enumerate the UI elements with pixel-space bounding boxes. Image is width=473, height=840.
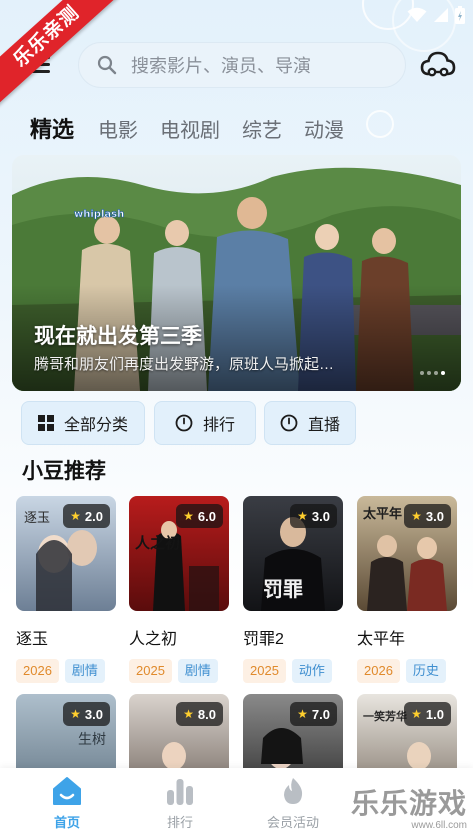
pagination-dot	[434, 371, 438, 375]
rating-badge: ★ 1.0	[404, 702, 451, 726]
media-card[interactable]: 罚罪 ★ 3.0 罚罪2 2025 动作	[243, 496, 343, 683]
star-icon: ★	[411, 707, 422, 721]
tab-tv-series[interactable]: 电视剧	[160, 114, 220, 143]
search-input[interactable]: 搜索影片、演员、导演	[78, 42, 406, 88]
card-title: 人之初	[129, 631, 178, 648]
rating-badge: ★ 7.0	[290, 702, 337, 726]
corner-ribbon: 乐乐亲测	[0, 0, 120, 110]
star-icon: ★	[297, 707, 308, 721]
nav-home[interactable]: 首页	[22, 776, 112, 831]
rating-badge: ★ 3.0	[404, 504, 451, 528]
banner-pagination	[420, 371, 445, 375]
tab-anime[interactable]: 动漫	[304, 114, 344, 143]
battery-icon	[455, 6, 465, 24]
poster-image: 人之初 ★ 6.0	[129, 496, 229, 611]
banner-subtitle: 腾哥和朋友们再度出发野游，原班人马掀起…	[34, 356, 335, 373]
grid-icon	[37, 415, 54, 431]
category-tabs: 精选 电影 电视剧 综艺 动漫	[30, 112, 366, 144]
cloud-download-icon[interactable]	[420, 50, 456, 82]
search-placeholder: 搜索影片、演员、导演	[131, 56, 311, 76]
genre-chip: 剧情	[177, 659, 218, 683]
pagination-dot	[420, 371, 424, 375]
watermark: 乐乐游戏 www.6ll.com	[351, 782, 467, 831]
all-categories-button[interactable]: 全部分类	[21, 401, 145, 445]
svg-text:生树: 生树	[78, 732, 106, 748]
year-chip: 2026	[16, 659, 59, 683]
star-icon: ★	[183, 509, 194, 523]
star-icon: ★	[411, 509, 422, 523]
genre-chip: 剧情	[64, 659, 105, 683]
svg-text:罚罪: 罚罪	[263, 577, 303, 601]
star-icon: ★	[70, 509, 81, 523]
live-button[interactable]: 直播	[264, 401, 356, 445]
poster-image: 逐玉 ★ 2.0	[16, 496, 116, 611]
star-icon: ★	[183, 707, 194, 721]
media-card[interactable]: 人之初 ★ 6.0 人之初 2025 剧情	[129, 496, 229, 683]
section-title: 小豆推荐	[22, 460, 106, 483]
nav-ranking[interactable]: 排行	[135, 776, 225, 831]
flame-icon	[284, 778, 303, 804]
star-icon: ★	[70, 707, 81, 721]
home-icon	[53, 777, 81, 805]
clock-icon	[175, 414, 193, 432]
nav-member-activity[interactable]: 会员活动	[248, 776, 338, 831]
tab-movies[interactable]: 电影	[98, 114, 138, 143]
svg-text:太平年: 太平年	[362, 506, 402, 522]
card-title: 罚罪2	[243, 631, 284, 648]
year-chip: 2025	[243, 659, 286, 683]
ribbon-text: 乐乐亲测	[0, 0, 120, 107]
svg-text:人之初: 人之初	[135, 534, 180, 552]
pagination-dot-active	[441, 371, 445, 375]
decor-bubble	[366, 110, 394, 138]
svg-text:逐玉: 逐玉	[24, 511, 50, 526]
clock-icon	[280, 414, 298, 432]
media-card[interactable]: 逐玉 ★ 2.0 逐玉 2026 剧情	[16, 496, 116, 683]
media-card[interactable]: 太平年 ★ 3.0 太平年 2026 历史	[357, 496, 457, 683]
tab-featured[interactable]: 精选	[30, 112, 74, 144]
pagination-dot	[427, 371, 431, 375]
rating-badge: ★ 6.0	[176, 504, 223, 528]
bar-chart-icon	[167, 779, 193, 805]
featured-banner[interactable]: whiplash 现在就出发第三季 腾哥和朋友们再度出发野游，原班人马掀起…	[12, 155, 461, 391]
card-title: 逐玉	[16, 631, 49, 648]
live-label: 直播	[307, 417, 340, 434]
year-chip: 2025	[129, 659, 172, 683]
tab-variety[interactable]: 综艺	[242, 114, 282, 143]
watermark-brand: 乐乐游戏	[350, 788, 467, 819]
svg-text:一笑芳华: 一笑芳华	[363, 709, 407, 723]
year-chip: 2026	[357, 659, 400, 683]
nav-ranking-label: 排行	[166, 815, 193, 830]
rating-badge: ★ 8.0	[176, 702, 223, 726]
banner-title: 现在就出发第三季	[34, 325, 202, 348]
card-title: 太平年	[357, 631, 406, 648]
rating-badge: ★ 3.0	[63, 702, 110, 726]
nav-member-activity-label: 会员活动	[266, 815, 319, 830]
ranking-label: 排行	[202, 417, 235, 434]
genre-chip: 历史	[405, 659, 446, 683]
nav-home-label: 首页	[53, 815, 80, 830]
rating-badge: ★ 3.0	[290, 504, 337, 528]
rating-badge: ★ 2.0	[63, 504, 110, 528]
poster-image: 太平年 ★ 3.0	[357, 496, 457, 611]
poster-image: 罚罪 ★ 3.0	[243, 496, 343, 611]
ranking-button[interactable]: 排行	[154, 401, 256, 445]
all-categories-label: 全部分类	[63, 417, 128, 434]
genre-chip: 动作	[291, 659, 332, 683]
star-icon: ★	[297, 509, 308, 523]
